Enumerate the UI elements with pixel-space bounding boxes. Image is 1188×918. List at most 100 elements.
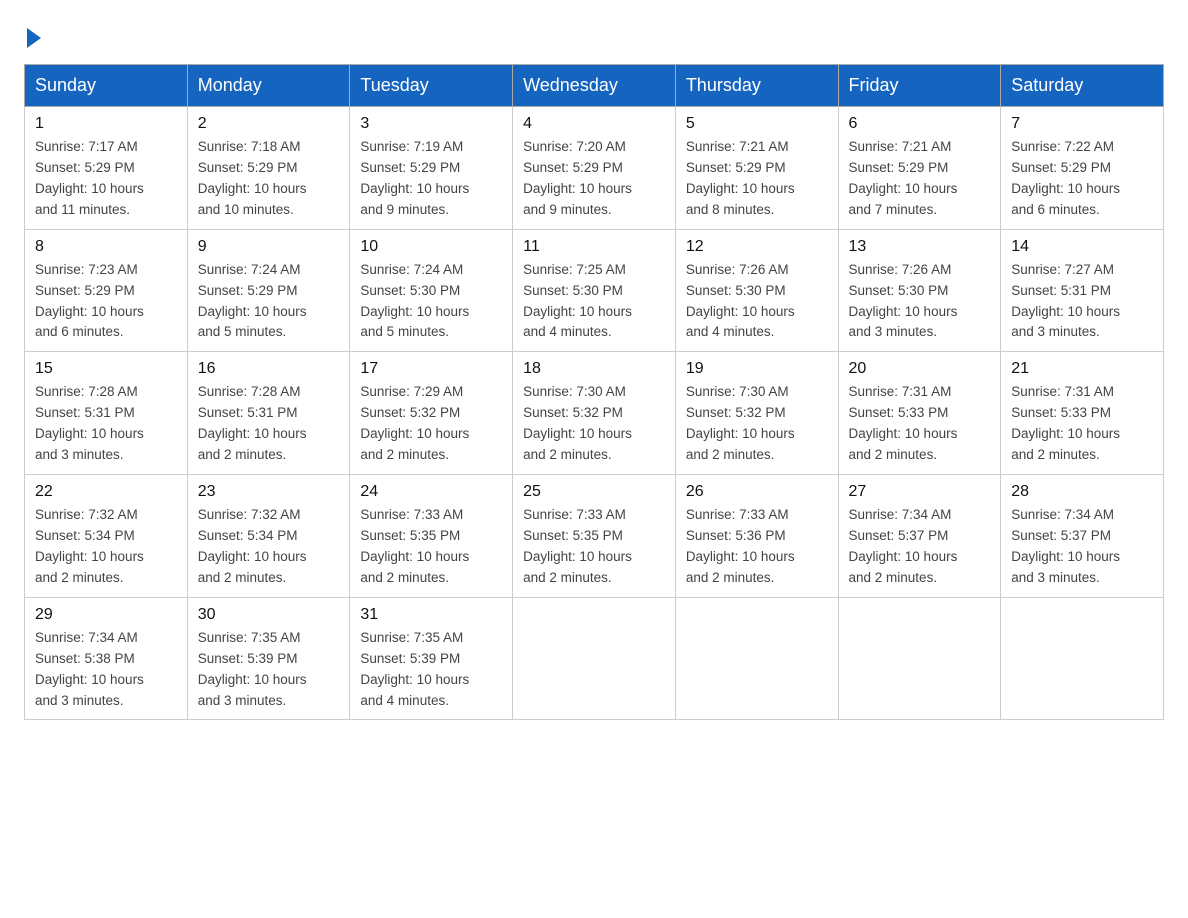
week-row-2: 8 Sunrise: 7:23 AMSunset: 5:29 PMDaylight… xyxy=(25,229,1164,352)
day-number: 6 xyxy=(849,115,991,133)
day-info: Sunrise: 7:26 AMSunset: 5:30 PMDaylight:… xyxy=(686,262,795,340)
calendar-cell xyxy=(513,597,676,720)
day-number: 5 xyxy=(686,115,828,133)
calendar-cell: 15Sunrise: 7:28 AMSunset: 5:31 PMDayligh… xyxy=(25,352,188,475)
day-number: 28 xyxy=(1011,483,1153,501)
day-number: 2 xyxy=(198,115,340,133)
day-number: 3 xyxy=(360,115,502,133)
calendar-cell: 23 Sunrise: 7:32 AMSunset: 5:34 PMDayligh… xyxy=(187,475,350,598)
day-number: 11 xyxy=(523,238,665,256)
calendar-cell xyxy=(675,597,838,720)
day-info: Sunrise: 7:28 AMSunset: 5:31 PMDaylight:… xyxy=(198,384,307,462)
day-number: 21 xyxy=(1011,360,1153,378)
week-row-1: 1Sunrise: 7:17 AMSunset: 5:29 PMDaylight… xyxy=(25,107,1164,230)
day-number: 20 xyxy=(849,360,991,378)
day-info: Sunrise: 7:29 AMSunset: 5:32 PMDaylight:… xyxy=(360,384,469,462)
day-info: Sunrise: 7:18 AMSunset: 5:29 PMDaylight:… xyxy=(198,139,307,217)
day-number: 16 xyxy=(198,360,340,378)
day-info: Sunrise: 7:17 AMSunset: 5:29 PMDaylight:… xyxy=(35,139,144,217)
day-info: Sunrise: 7:34 AMSunset: 5:37 PMDaylight:… xyxy=(1011,507,1120,585)
header-sunday: Sunday xyxy=(25,65,188,107)
day-number: 18 xyxy=(523,360,665,378)
day-number: 31 xyxy=(360,606,502,624)
day-number: 29 xyxy=(35,606,177,624)
calendar-cell: 26 Sunrise: 7:33 AMSunset: 5:36 PMDayligh… xyxy=(675,475,838,598)
day-info: Sunrise: 7:20 AMSunset: 5:29 PMDaylight:… xyxy=(523,139,632,217)
week-row-5: 29 Sunrise: 7:34 AMSunset: 5:38 PMDayligh… xyxy=(25,597,1164,720)
header-friday: Friday xyxy=(838,65,1001,107)
day-info: Sunrise: 7:33 AMSunset: 5:36 PMDaylight:… xyxy=(686,507,795,585)
day-info: Sunrise: 7:33 AMSunset: 5:35 PMDaylight:… xyxy=(360,507,469,585)
day-number: 22 xyxy=(35,483,177,501)
day-info: Sunrise: 7:32 AMSunset: 5:34 PMDaylight:… xyxy=(198,507,307,585)
calendar-cell: 1Sunrise: 7:17 AMSunset: 5:29 PMDaylight… xyxy=(25,107,188,230)
calendar-header-row: SundayMondayTuesdayWednesdayThursdayFrid… xyxy=(25,65,1164,107)
day-number: 13 xyxy=(849,238,991,256)
day-info: Sunrise: 7:30 AMSunset: 5:32 PMDaylight:… xyxy=(523,384,632,462)
day-info: Sunrise: 7:23 AMSunset: 5:29 PMDaylight:… xyxy=(35,262,144,340)
calendar-cell: 6 Sunrise: 7:21 AMSunset: 5:29 PMDaylight… xyxy=(838,107,1001,230)
calendar-cell: 13 Sunrise: 7:26 AMSunset: 5:30 PMDayligh… xyxy=(838,229,1001,352)
week-row-4: 22 Sunrise: 7:32 AMSunset: 5:34 PMDayligh… xyxy=(25,475,1164,598)
day-info: Sunrise: 7:24 AMSunset: 5:30 PMDaylight:… xyxy=(360,262,469,340)
calendar-cell xyxy=(1001,597,1164,720)
day-number: 10 xyxy=(360,238,502,256)
header-thursday: Thursday xyxy=(675,65,838,107)
day-number: 19 xyxy=(686,360,828,378)
calendar-cell: 9 Sunrise: 7:24 AMSunset: 5:29 PMDaylight… xyxy=(187,229,350,352)
day-info: Sunrise: 7:25 AMSunset: 5:30 PMDaylight:… xyxy=(523,262,632,340)
calendar-cell: 5 Sunrise: 7:21 AMSunset: 5:29 PMDaylight… xyxy=(675,107,838,230)
day-info: Sunrise: 7:28 AMSunset: 5:31 PMDaylight:… xyxy=(35,384,144,462)
calendar-cell: 18 Sunrise: 7:30 AMSunset: 5:32 PMDayligh… xyxy=(513,352,676,475)
day-info: Sunrise: 7:26 AMSunset: 5:30 PMDaylight:… xyxy=(849,262,958,340)
header-wednesday: Wednesday xyxy=(513,65,676,107)
week-row-3: 15Sunrise: 7:28 AMSunset: 5:31 PMDayligh… xyxy=(25,352,1164,475)
day-number: 14 xyxy=(1011,238,1153,256)
day-number: 17 xyxy=(360,360,502,378)
calendar-cell: 24 Sunrise: 7:33 AMSunset: 5:35 PMDayligh… xyxy=(350,475,513,598)
day-number: 26 xyxy=(686,483,828,501)
day-number: 7 xyxy=(1011,115,1153,133)
calendar-cell: 31Sunrise: 7:35 AMSunset: 5:39 PMDayligh… xyxy=(350,597,513,720)
calendar-cell: 17 Sunrise: 7:29 AMSunset: 5:32 PMDayligh… xyxy=(350,352,513,475)
logo-arrow-icon xyxy=(27,28,41,48)
calendar-table: SundayMondayTuesdayWednesdayThursdayFrid… xyxy=(24,64,1164,720)
day-info: Sunrise: 7:35 AMSunset: 5:39 PMDaylight:… xyxy=(198,630,307,708)
day-number: 4 xyxy=(523,115,665,133)
day-info: Sunrise: 7:27 AMSunset: 5:31 PMDaylight:… xyxy=(1011,262,1120,340)
header-saturday: Saturday xyxy=(1001,65,1164,107)
day-info: Sunrise: 7:21 AMSunset: 5:29 PMDaylight:… xyxy=(686,139,795,217)
calendar-cell: 22 Sunrise: 7:32 AMSunset: 5:34 PMDayligh… xyxy=(25,475,188,598)
day-info: Sunrise: 7:24 AMSunset: 5:29 PMDaylight:… xyxy=(198,262,307,340)
calendar-cell: 19 Sunrise: 7:30 AMSunset: 5:32 PMDayligh… xyxy=(675,352,838,475)
calendar-cell: 21Sunrise: 7:31 AMSunset: 5:33 PMDayligh… xyxy=(1001,352,1164,475)
logo xyxy=(24,24,41,44)
day-number: 12 xyxy=(686,238,828,256)
day-number: 27 xyxy=(849,483,991,501)
day-number: 8 xyxy=(35,238,177,256)
calendar-cell: 7Sunrise: 7:22 AMSunset: 5:29 PMDaylight… xyxy=(1001,107,1164,230)
day-info: Sunrise: 7:34 AMSunset: 5:38 PMDaylight:… xyxy=(35,630,144,708)
page-header xyxy=(24,24,1164,44)
calendar-cell: 28 Sunrise: 7:34 AMSunset: 5:37 PMDayligh… xyxy=(1001,475,1164,598)
day-info: Sunrise: 7:33 AMSunset: 5:35 PMDaylight:… xyxy=(523,507,632,585)
day-number: 9 xyxy=(198,238,340,256)
calendar-cell: 20 Sunrise: 7:31 AMSunset: 5:33 PMDayligh… xyxy=(838,352,1001,475)
day-info: Sunrise: 7:32 AMSunset: 5:34 PMDaylight:… xyxy=(35,507,144,585)
calendar-cell: 2 Sunrise: 7:18 AMSunset: 5:29 PMDaylight… xyxy=(187,107,350,230)
calendar-cell: 3Sunrise: 7:19 AMSunset: 5:29 PMDaylight… xyxy=(350,107,513,230)
calendar-cell: 14 Sunrise: 7:27 AMSunset: 5:31 PMDayligh… xyxy=(1001,229,1164,352)
day-info: Sunrise: 7:31 AMSunset: 5:33 PMDaylight:… xyxy=(849,384,958,462)
calendar-cell: 25 Sunrise: 7:33 AMSunset: 5:35 PMDayligh… xyxy=(513,475,676,598)
day-info: Sunrise: 7:30 AMSunset: 5:32 PMDaylight:… xyxy=(686,384,795,462)
calendar-cell: 12 Sunrise: 7:26 AMSunset: 5:30 PMDayligh… xyxy=(675,229,838,352)
day-number: 23 xyxy=(198,483,340,501)
calendar-cell: 8 Sunrise: 7:23 AMSunset: 5:29 PMDaylight… xyxy=(25,229,188,352)
day-number: 24 xyxy=(360,483,502,501)
calendar-cell: 27Sunrise: 7:34 AMSunset: 5:37 PMDayligh… xyxy=(838,475,1001,598)
day-info: Sunrise: 7:21 AMSunset: 5:29 PMDaylight:… xyxy=(849,139,958,217)
day-number: 30 xyxy=(198,606,340,624)
day-number: 25 xyxy=(523,483,665,501)
header-monday: Monday xyxy=(187,65,350,107)
calendar-cell: 16 Sunrise: 7:28 AMSunset: 5:31 PMDayligh… xyxy=(187,352,350,475)
